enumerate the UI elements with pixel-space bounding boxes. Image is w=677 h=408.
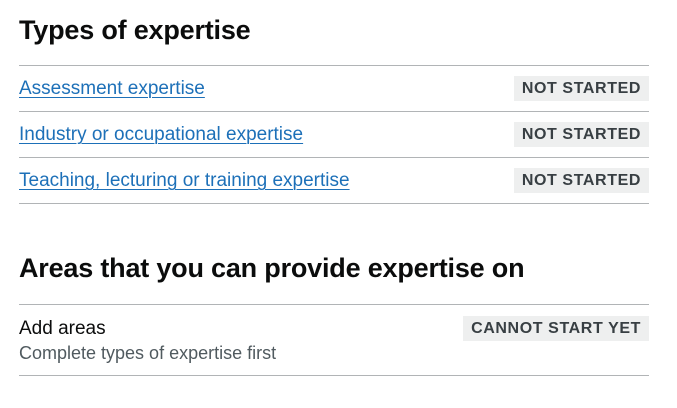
status-tag-assessment-expertise: NOT STARTED <box>513 76 649 101</box>
status-tag-teaching-expertise: NOT STARTED <box>513 168 649 193</box>
assessment-expertise-link[interactable]: Assessment expertise <box>19 76 205 101</box>
status-tag-industry-expertise: NOT STARTED <box>513 122 649 147</box>
teaching-expertise-link[interactable]: Teaching, lecturing or training expertis… <box>19 168 350 193</box>
task-row-industry-expertise: Industry or occupational expertise NOT S… <box>19 112 649 158</box>
add-areas-label: Add areas <box>19 318 106 339</box>
status-tag-add-areas: CANNOT START YET <box>463 316 649 341</box>
task-row-assessment-expertise: Assessment expertise NOT STARTED <box>19 66 649 112</box>
areas-of-expertise-heading: Areas that you can provide expertise on <box>19 253 525 283</box>
task-list-page: Types of expertise Assessment expertise … <box>0 0 677 408</box>
task-row-add-areas: Add areas Complete types of expertise fi… <box>19 305 649 376</box>
areas-task-list: Add areas Complete types of expertise fi… <box>19 304 649 376</box>
add-areas-hint: Complete types of expertise first <box>19 343 277 363</box>
types-of-expertise-section: Types of expertise Assessment expertise … <box>19 12 649 204</box>
types-of-expertise-heading: Types of expertise <box>19 15 251 45</box>
types-of-expertise-task-list: Assessment expertise NOT STARTED Industr… <box>19 65 649 204</box>
areas-of-expertise-section: Areas that you can provide expertise on … <box>19 250 649 376</box>
task-row-teaching-expertise: Teaching, lecturing or training expertis… <box>19 158 649 204</box>
add-areas-text: Add areas Complete types of expertise fi… <box>19 305 276 366</box>
industry-expertise-link[interactable]: Industry or occupational expertise <box>19 122 303 147</box>
